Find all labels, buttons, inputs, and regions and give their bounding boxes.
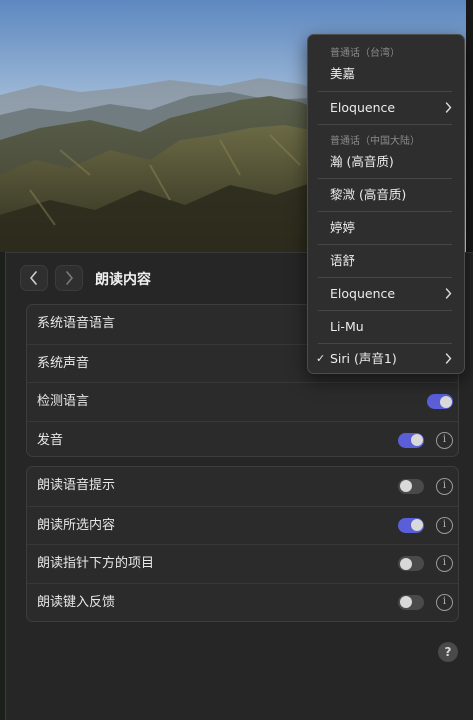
pronunciation-row: 发音 i bbox=[27, 420, 458, 460]
speak-items-under-pointer-toggle[interactable] bbox=[398, 556, 424, 572]
pronunciation-toggle[interactable] bbox=[398, 432, 424, 448]
forward-button[interactable] bbox=[55, 265, 83, 291]
row-label: 朗读语音提示 bbox=[37, 478, 116, 493]
row-label: 系统声音 bbox=[37, 355, 90, 371]
menu-item-label: 语舒 bbox=[330, 253, 356, 268]
speak-selection-row: 朗读所选内容 i bbox=[27, 505, 458, 545]
typing-feedback-toggle[interactable] bbox=[398, 594, 424, 610]
page-title: 朗读内容 bbox=[95, 272, 151, 288]
row-label: 系统语音语言 bbox=[37, 316, 116, 331]
speak-options-group: 朗读语音提示 i 朗读所选内容 i 朗读指针下方的项目 i 朗读键入反馈 i bbox=[26, 466, 459, 622]
info-icon[interactable]: i bbox=[436, 593, 453, 611]
menu-item-eloquence-tw[interactable]: Eloquence bbox=[308, 91, 464, 124]
speak-announcements-row: 朗读语音提示 i bbox=[27, 467, 458, 506]
menu-item-label: Eloquence bbox=[330, 100, 396, 115]
row-label: 发音 bbox=[37, 432, 64, 448]
chevron-left-icon bbox=[30, 271, 37, 285]
menu-item-liwei[interactable]: 黎溦 (高音质) bbox=[308, 178, 464, 211]
menu-separator bbox=[318, 124, 452, 125]
adjacent-window-edge bbox=[466, 0, 473, 252]
info-icon[interactable]: i bbox=[436, 516, 453, 534]
info-icon[interactable]: i bbox=[436, 477, 453, 495]
menu-item-li-mu[interactable]: Li-Mu bbox=[308, 310, 464, 343]
speak-announcements-toggle[interactable] bbox=[398, 478, 424, 494]
row-label: 朗读指针下方的项目 bbox=[37, 556, 155, 571]
menu-item-tingting[interactable]: 婷婷 bbox=[308, 211, 464, 244]
typing-feedback-row: 朗读键入反馈 i bbox=[27, 582, 458, 622]
row-label: 检测语言 bbox=[37, 394, 90, 409]
back-button[interactable] bbox=[20, 265, 48, 291]
row-label: 朗读所选内容 bbox=[37, 517, 116, 533]
speak-selection-toggle[interactable] bbox=[398, 517, 424, 533]
menu-item-label: 瀚 (高音质) bbox=[330, 154, 394, 169]
menu-item-label: 黎溦 (高音质) bbox=[330, 187, 407, 202]
help-button[interactable]: ? bbox=[438, 642, 458, 662]
detect-language-toggle[interactable] bbox=[427, 394, 453, 410]
menu-item-label: Eloquence bbox=[330, 286, 396, 301]
chevron-right-icon bbox=[445, 288, 452, 299]
voice-menu: 普通话（台湾） 美嘉 Eloquence 普通话（中国大陆） 瀚 (高音质) 黎… bbox=[307, 34, 465, 374]
menu-item-siri-voice-1[interactable]: ✓ Siri (声音1) bbox=[308, 342, 464, 375]
chevron-right-icon bbox=[445, 353, 452, 364]
speak-items-under-pointer-row: 朗读指针下方的项目 i bbox=[27, 544, 458, 583]
menu-item-yushu[interactable]: 语舒 bbox=[308, 244, 464, 277]
checkmark-icon: ✓ bbox=[316, 352, 326, 365]
menu-item-label: Siri (声音1) bbox=[330, 351, 397, 366]
menu-item-meijia[interactable]: 美嘉 bbox=[308, 57, 464, 90]
info-icon[interactable]: i bbox=[436, 431, 453, 449]
info-icon[interactable]: i bbox=[436, 555, 453, 573]
menu-item-eloquence-cn[interactable]: Eloquence bbox=[308, 277, 464, 310]
detect-language-row: 检测语言 bbox=[27, 382, 458, 421]
chevron-right-icon bbox=[445, 102, 452, 113]
menu-item-label: Li-Mu bbox=[330, 319, 364, 334]
chevron-right-icon bbox=[66, 271, 73, 285]
row-label: 朗读键入反馈 bbox=[37, 594, 116, 610]
menu-item-label: 美嘉 bbox=[330, 66, 356, 81]
menu-item-label: 婷婷 bbox=[330, 220, 356, 235]
menu-item-han[interactable]: 瀚 (高音质) bbox=[308, 145, 464, 178]
